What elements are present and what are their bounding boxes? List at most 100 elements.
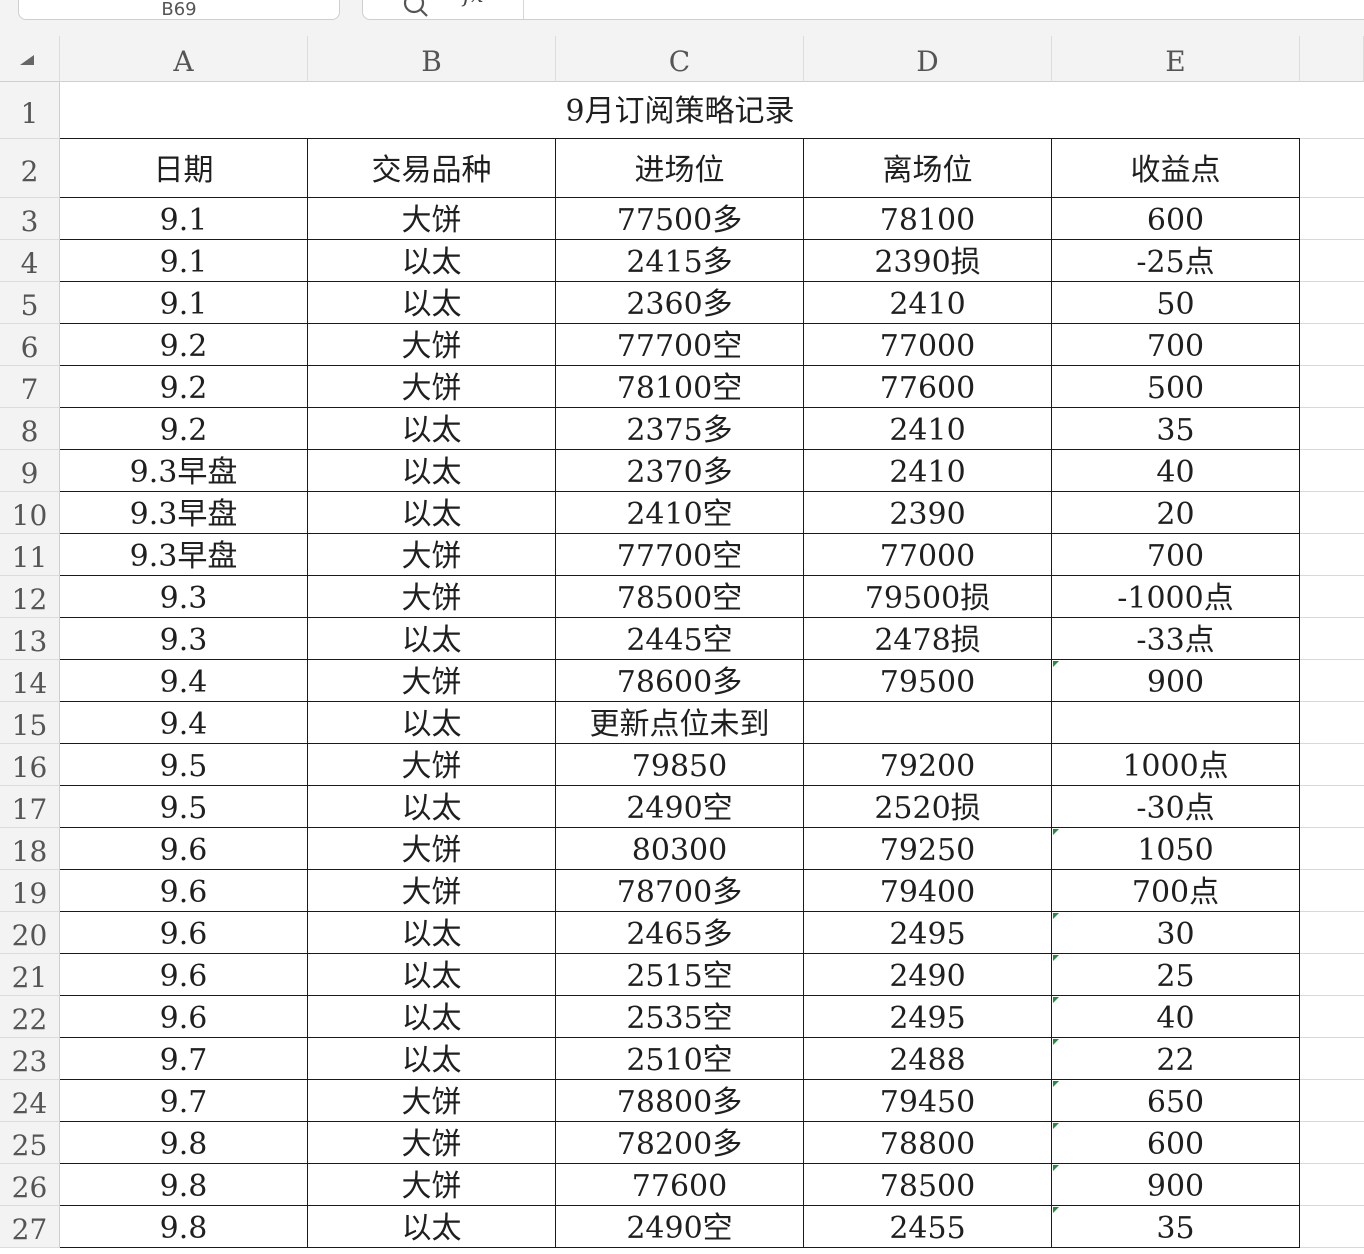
table-cell[interactable]: 9.2 — [60, 408, 308, 450]
empty-cell[interactable] — [1300, 240, 1364, 282]
table-cell[interactable]: 78500空 — [556, 576, 804, 618]
table-cell[interactable]: 大饼 — [308, 744, 556, 786]
table-cell[interactable] — [804, 702, 1052, 744]
table-cell[interactable]: 9.6 — [60, 870, 308, 912]
table-cell[interactable]: 700 — [1052, 534, 1300, 576]
table-cell[interactable]: 大饼 — [308, 660, 556, 702]
table-cell[interactable]: 9.8 — [60, 1206, 308, 1248]
empty-cell[interactable] — [1300, 82, 1364, 139]
table-cell[interactable]: 78100 — [804, 198, 1052, 240]
table-cell[interactable]: 30 — [1052, 912, 1300, 954]
table-cell[interactable]: 9.7 — [60, 1080, 308, 1122]
table-cell[interactable]: 9.3早盘 — [60, 492, 308, 534]
table-cell[interactable]: 2520损 — [804, 786, 1052, 828]
table-cell[interactable]: 2390损 — [804, 240, 1052, 282]
table-cell[interactable]: 77000 — [804, 534, 1052, 576]
empty-cell[interactable] — [1300, 408, 1364, 450]
table-cell[interactable]: 大饼 — [308, 828, 556, 870]
row-header-16[interactable]: 16 — [0, 744, 60, 786]
table-cell[interactable]: 2390 — [804, 492, 1052, 534]
table-cell[interactable]: 2410 — [804, 282, 1052, 324]
table-cell[interactable]: 40 — [1052, 450, 1300, 492]
table-cell[interactable]: 78800多 — [556, 1080, 804, 1122]
table-cell[interactable]: 9.3早盘 — [60, 534, 308, 576]
table-cell[interactable]: 9.1 — [60, 240, 308, 282]
row-header-27[interactable]: 27 — [0, 1206, 60, 1248]
table-cell[interactable]: 78700多 — [556, 870, 804, 912]
table-cell[interactable]: 大饼 — [308, 870, 556, 912]
table-cell[interactable]: 2375多 — [556, 408, 804, 450]
row-header-20[interactable]: 20 — [0, 912, 60, 954]
table-cell[interactable]: 2510空 — [556, 1038, 804, 1080]
table-cell[interactable]: 2478损 — [804, 618, 1052, 660]
empty-cell[interactable] — [1300, 1164, 1364, 1206]
table-cell[interactable]: 35 — [1052, 408, 1300, 450]
table-cell[interactable]: -1000点 — [1052, 576, 1300, 618]
table-cell[interactable]: 35 — [1052, 1206, 1300, 1248]
fx-icon[interactable]: fx — [463, 0, 484, 8]
table-cell[interactable]: 79250 — [804, 828, 1052, 870]
search-icon[interactable] — [403, 0, 429, 19]
table-cell[interactable]: 以太 — [308, 1206, 556, 1248]
row-header-1[interactable]: 1 — [0, 82, 60, 139]
empty-cell[interactable] — [1300, 660, 1364, 702]
column-header-a[interactable]: A — [60, 36, 308, 82]
empty-cell[interactable] — [1300, 198, 1364, 240]
empty-cell[interactable] — [1300, 1038, 1364, 1080]
table-cell[interactable]: 40 — [1052, 996, 1300, 1038]
table-cell[interactable]: 77000 — [804, 324, 1052, 366]
empty-cell[interactable] — [1300, 1122, 1364, 1164]
select-all-triangle-icon[interactable] — [20, 55, 34, 65]
empty-cell[interactable] — [1300, 996, 1364, 1038]
empty-cell[interactable] — [1300, 450, 1364, 492]
table-cell[interactable]: 77700空 — [556, 534, 804, 576]
table-cell[interactable]: 大饼 — [308, 576, 556, 618]
table-cell[interactable]: 9.7 — [60, 1038, 308, 1080]
column-header-c[interactable]: C — [556, 36, 804, 82]
table-cell[interactable]: 以太 — [308, 954, 556, 996]
table-cell[interactable]: 更新点位未到 — [556, 702, 804, 744]
row-header-2[interactable]: 2 — [0, 139, 60, 198]
table-cell[interactable]: 以太 — [308, 282, 556, 324]
row-header-22[interactable]: 22 — [0, 996, 60, 1038]
table-cell[interactable]: 78500 — [804, 1164, 1052, 1206]
table-cell[interactable]: 大饼 — [308, 534, 556, 576]
table-cell[interactable]: 大饼 — [308, 366, 556, 408]
row-header-11[interactable]: 11 — [0, 534, 60, 576]
table-cell[interactable]: 600 — [1052, 198, 1300, 240]
table-cell[interactable]: 500 — [1052, 366, 1300, 408]
table-cell[interactable]: 2488 — [804, 1038, 1052, 1080]
row-header-13[interactable]: 13 — [0, 618, 60, 660]
column-header-b[interactable]: B — [308, 36, 556, 82]
row-header-5[interactable]: 5 — [0, 282, 60, 324]
table-cell[interactable]: -30点 — [1052, 786, 1300, 828]
empty-cell[interactable] — [1300, 744, 1364, 786]
header-cell[interactable]: 交易品种 — [308, 139, 556, 198]
table-cell[interactable]: 9.4 — [60, 702, 308, 744]
empty-cell[interactable] — [1300, 366, 1364, 408]
column-header-d[interactable]: D — [804, 36, 1052, 82]
row-header-17[interactable]: 17 — [0, 786, 60, 828]
table-cell[interactable]: 77500多 — [556, 198, 804, 240]
table-cell[interactable]: 2360多 — [556, 282, 804, 324]
table-cell[interactable]: 9.3 — [60, 576, 308, 618]
table-cell[interactable]: 9.3早盘 — [60, 450, 308, 492]
table-cell[interactable]: 78200多 — [556, 1122, 804, 1164]
table-cell[interactable]: 以太 — [308, 786, 556, 828]
empty-cell[interactable] — [1300, 282, 1364, 324]
table-cell[interactable]: 以太 — [308, 492, 556, 534]
table-cell[interactable]: 77600 — [556, 1164, 804, 1206]
table-cell[interactable]: 2495 — [804, 912, 1052, 954]
row-header-23[interactable]: 23 — [0, 1038, 60, 1080]
table-cell[interactable]: 2410 — [804, 450, 1052, 492]
row-header-15[interactable]: 15 — [0, 702, 60, 744]
table-cell[interactable]: 以太 — [308, 912, 556, 954]
table-cell[interactable]: 2515空 — [556, 954, 804, 996]
table-cell[interactable]: 9.5 — [60, 744, 308, 786]
table-cell[interactable]: 2490空 — [556, 786, 804, 828]
empty-cell[interactable] — [1300, 828, 1364, 870]
empty-cell[interactable] — [1300, 576, 1364, 618]
row-header-26[interactable]: 26 — [0, 1164, 60, 1206]
header-cell[interactable]: 日期 — [60, 139, 308, 198]
column-header-e[interactable]: E — [1052, 36, 1300, 82]
